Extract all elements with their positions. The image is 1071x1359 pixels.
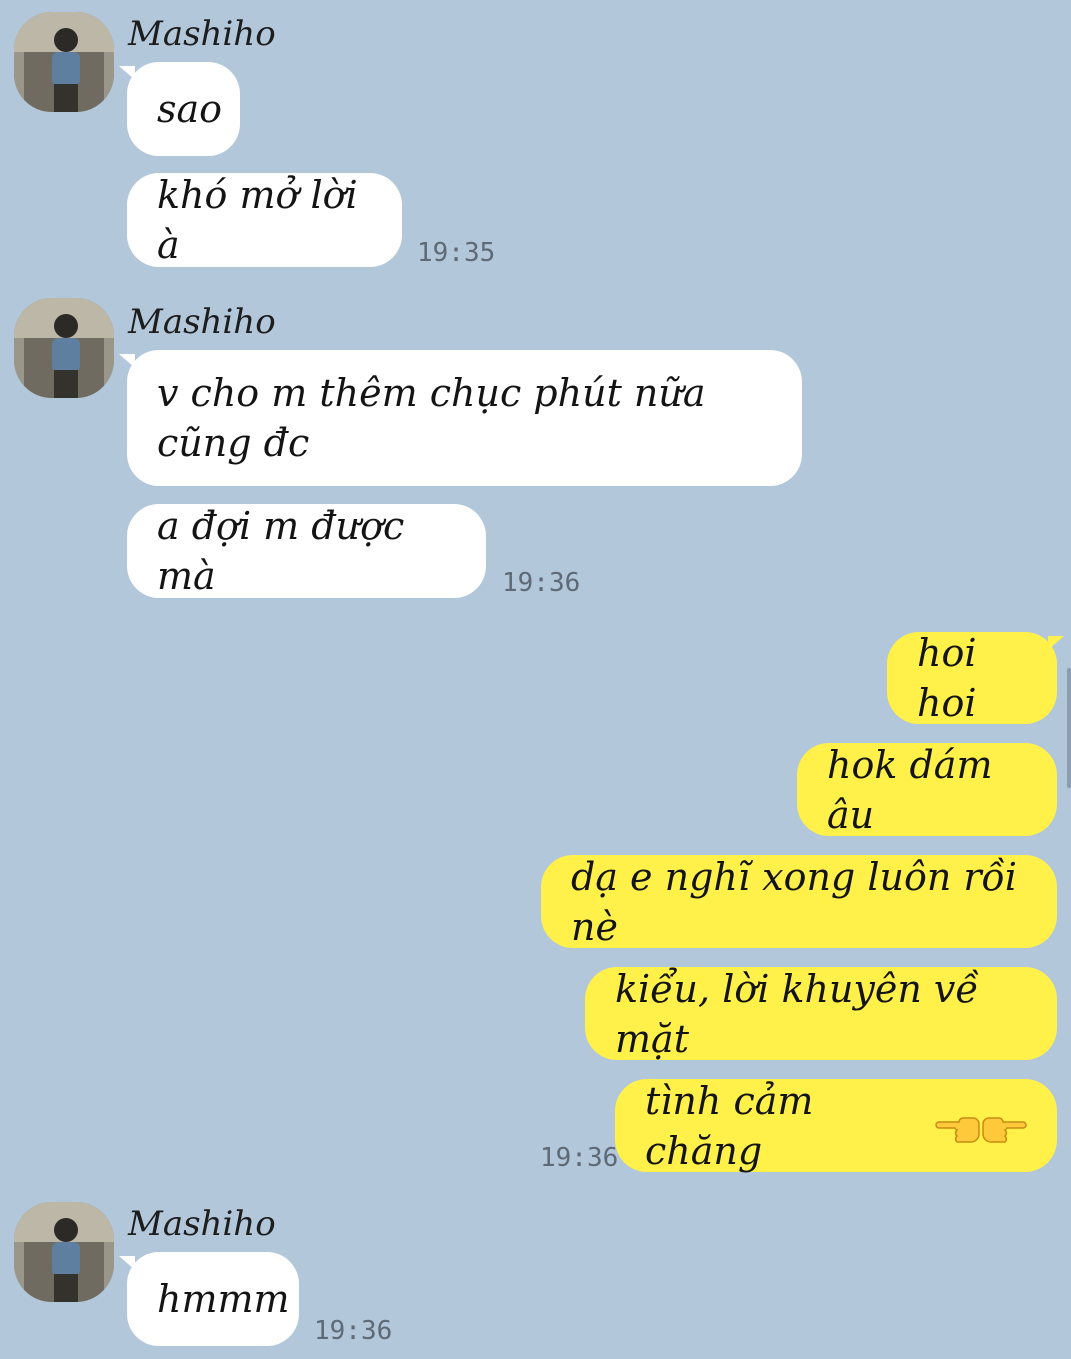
message-bubble[interactable]: hmmm <box>127 1252 299 1346</box>
emoji-group <box>935 1106 1027 1146</box>
avatar-photo-icon <box>14 298 114 398</box>
message-text: v cho m thêm chục phút nữa cũng đc <box>157 371 706 465</box>
sender-name: Mashiho <box>128 302 276 342</box>
avatar-photo-icon <box>14 1202 114 1302</box>
message-bubble[interactable]: khó mở lời à <box>127 173 402 267</box>
message-text: hoi hoi <box>917 631 977 725</box>
message-text: khó mở lời à <box>157 173 358 267</box>
message-bubble[interactable]: sao <box>127 62 240 156</box>
timestamp: 19:36 <box>540 1143 619 1173</box>
message-bubble[interactable]: hoi hoi <box>887 631 1057 725</box>
avatar[interactable] <box>14 1202 114 1302</box>
message-bubble[interactable]: v cho m thêm chục phút nữa cũng đc <box>127 350 802 486</box>
message-text: tình cảm chăng <box>645 1078 814 1173</box>
timestamp: 19:36 <box>502 568 581 598</box>
timestamp: 19:36 <box>314 1316 393 1346</box>
message-bubble[interactable]: dạ e nghĩ xong luôn rồi nè <box>541 855 1057 949</box>
message-bubble[interactable]: kiểu, lời khuyên về mặt <box>585 967 1057 1061</box>
message-text: kiểu, lời khuyên về mặt <box>615 966 979 1061</box>
message-text: sao <box>157 87 223 131</box>
message-text: a đợi m được mà <box>157 504 405 598</box>
avatar-photo-icon <box>14 12 114 112</box>
pointing-right-hand-icon <box>982 1116 1027 1143</box>
sender-name: Mashiho <box>128 14 276 54</box>
message-bubble[interactable]: tình cảm chăng <box>615 1079 1057 1173</box>
message-text: hmmm <box>157 1277 290 1321</box>
message-text: dạ e nghĩ xong luôn rồi nè <box>571 854 1017 949</box>
sender-name: Mashiho <box>128 1204 276 1244</box>
message-bubble[interactable]: hok dám âu <box>797 743 1057 837</box>
timestamp: 19:35 <box>417 238 496 268</box>
avatar[interactable] <box>14 298 114 398</box>
message-bubble[interactable]: a đợi m được mà <box>127 504 486 598</box>
avatar[interactable] <box>14 12 114 112</box>
message-text: hok dám âu <box>827 742 993 837</box>
pointing-left-hand-icon <box>935 1116 980 1143</box>
scrollbar[interactable] <box>1067 668 1071 788</box>
